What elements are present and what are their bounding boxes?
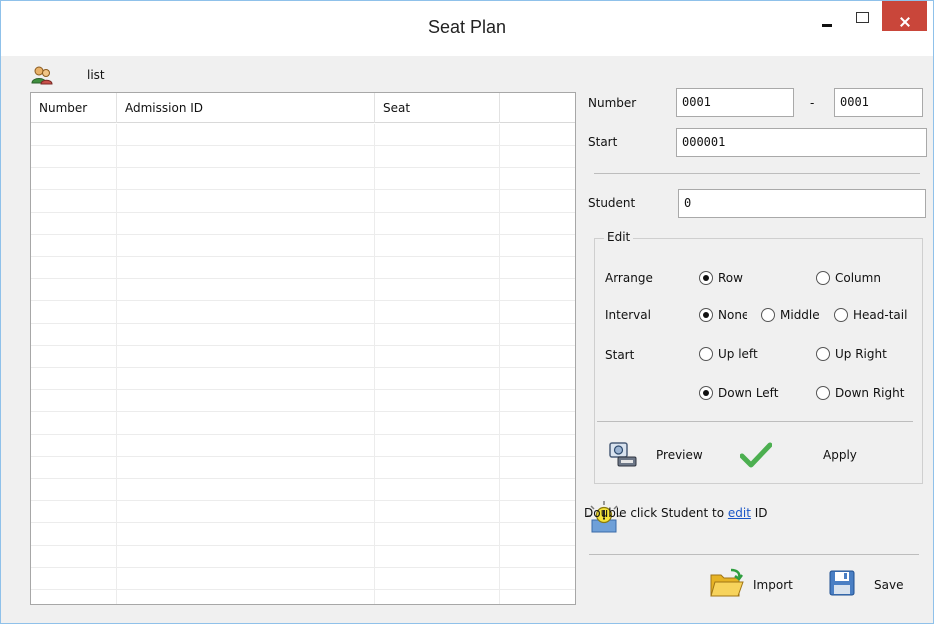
arrange-row-radio[interactable]: Row <box>699 268 779 288</box>
table-row[interactable] <box>31 235 575 257</box>
table-row[interactable] <box>31 568 575 590</box>
table-row[interactable] <box>31 435 575 457</box>
table-row[interactable] <box>31 257 575 280</box>
radio-label: Head-tail <box>853 308 908 322</box>
radio-label: Middle <box>780 308 820 322</box>
student-seat-table[interactable]: Number Admission ID Seat <box>30 92 576 605</box>
table-row[interactable] <box>31 479 575 502</box>
maximize-button[interactable] <box>847 1 877 31</box>
seat-plan-window: Seat Plan list Number Admission ID Seat … <box>0 0 934 624</box>
hint-prefix: Double click Student to <box>584 506 728 520</box>
hint-suffix: ID <box>750 506 768 520</box>
radio-indicator <box>816 347 830 361</box>
table-row[interactable] <box>31 457 575 479</box>
folder-open-icon[interactable] <box>709 567 745 599</box>
users-icon <box>31 66 53 85</box>
divider <box>589 554 919 555</box>
list-label: list <box>87 68 105 82</box>
column-header-admission-id[interactable]: Admission ID <box>117 93 375 123</box>
arrange-label: Arrange <box>605 271 653 285</box>
table-row[interactable] <box>31 546 575 568</box>
start-down-left-radio[interactable]: Down Left <box>699 383 791 403</box>
student-count-input[interactable]: 0 <box>678 189 926 218</box>
divider <box>594 173 920 174</box>
preview-button[interactable]: Preview <box>656 448 703 462</box>
student-label: Student <box>588 196 636 210</box>
table-row[interactable] <box>31 368 575 391</box>
table-row[interactable] <box>31 168 575 191</box>
table-row[interactable] <box>31 124 575 146</box>
number-label: Number <box>588 96 637 110</box>
edit-link[interactable]: edit <box>728 506 751 520</box>
hint-text: Double click Student to edit ID <box>584 506 768 520</box>
column-header-number[interactable]: Number <box>31 93 117 123</box>
radio-label: None <box>718 308 747 322</box>
radio-indicator <box>699 347 713 361</box>
radio-label: Column <box>835 271 881 285</box>
edit-group-title: Edit <box>604 230 634 244</box>
table-row[interactable] <box>31 346 575 368</box>
table-row[interactable] <box>31 191 575 213</box>
apply-button[interactable]: Apply <box>823 448 857 462</box>
save-button[interactable]: Save <box>874 578 903 592</box>
radio-indicator <box>816 386 830 400</box>
floppy-disk-icon[interactable] <box>828 569 856 597</box>
table-row[interactable] <box>31 302 575 324</box>
start-down-right-radio[interactable]: Down Right <box>816 383 916 403</box>
divider <box>597 421 913 422</box>
table-row[interactable] <box>31 501 575 524</box>
table-row[interactable] <box>31 524 575 546</box>
table-body <box>31 124 575 604</box>
check-icon[interactable] <box>740 442 772 468</box>
arrange-column-radio[interactable]: Column <box>816 268 906 288</box>
radio-label: Down Left <box>718 386 779 400</box>
number-to-input[interactable]: 0001 <box>834 88 923 117</box>
radio-indicator <box>699 271 713 285</box>
interval-middle-radio[interactable]: Middle <box>761 305 827 325</box>
radio-label: Up left <box>718 347 758 361</box>
start-up-right-radio[interactable]: Up Right <box>816 344 908 364</box>
table-row[interactable] <box>31 279 575 302</box>
radio-label: Row <box>718 271 743 285</box>
radio-label: Up Right <box>835 347 887 361</box>
number-range-separator: - <box>810 96 815 110</box>
table-row[interactable] <box>31 146 575 169</box>
interval-none-radio[interactable]: None <box>699 305 747 325</box>
column-header-seat[interactable]: Seat <box>375 93 500 123</box>
table-row[interactable] <box>31 213 575 235</box>
table-row[interactable] <box>31 390 575 413</box>
title-bar[interactable]: Seat Plan <box>1 1 933 56</box>
interval-label: Interval <box>605 308 651 322</box>
preview-icon[interactable] <box>608 441 638 469</box>
start-input[interactable]: 000001 <box>676 128 927 157</box>
close-button[interactable] <box>882 1 927 31</box>
number-from-input[interactable]: 0001 <box>676 88 794 117</box>
minimize-button[interactable] <box>811 1 841 31</box>
start-up-left-radio[interactable]: Up left <box>699 344 779 364</box>
column-header-blank <box>500 93 575 123</box>
radio-label: Down Right <box>835 386 905 400</box>
radio-indicator <box>761 308 775 322</box>
interval-head-tail-radio[interactable]: Head-tail <box>834 305 914 325</box>
start-position-label: Start <box>605 348 635 362</box>
window-title: Seat Plan <box>427 17 507 37</box>
radio-indicator <box>699 386 713 400</box>
table-row[interactable] <box>31 413 575 435</box>
import-button[interactable]: Import <box>753 578 793 592</box>
table-header: Number Admission ID Seat <box>31 93 575 123</box>
radio-indicator <box>834 308 848 322</box>
radio-indicator <box>816 271 830 285</box>
table-row[interactable] <box>31 590 575 604</box>
table-row[interactable] <box>31 324 575 346</box>
start-label: Start <box>588 135 618 149</box>
radio-indicator <box>699 308 713 322</box>
